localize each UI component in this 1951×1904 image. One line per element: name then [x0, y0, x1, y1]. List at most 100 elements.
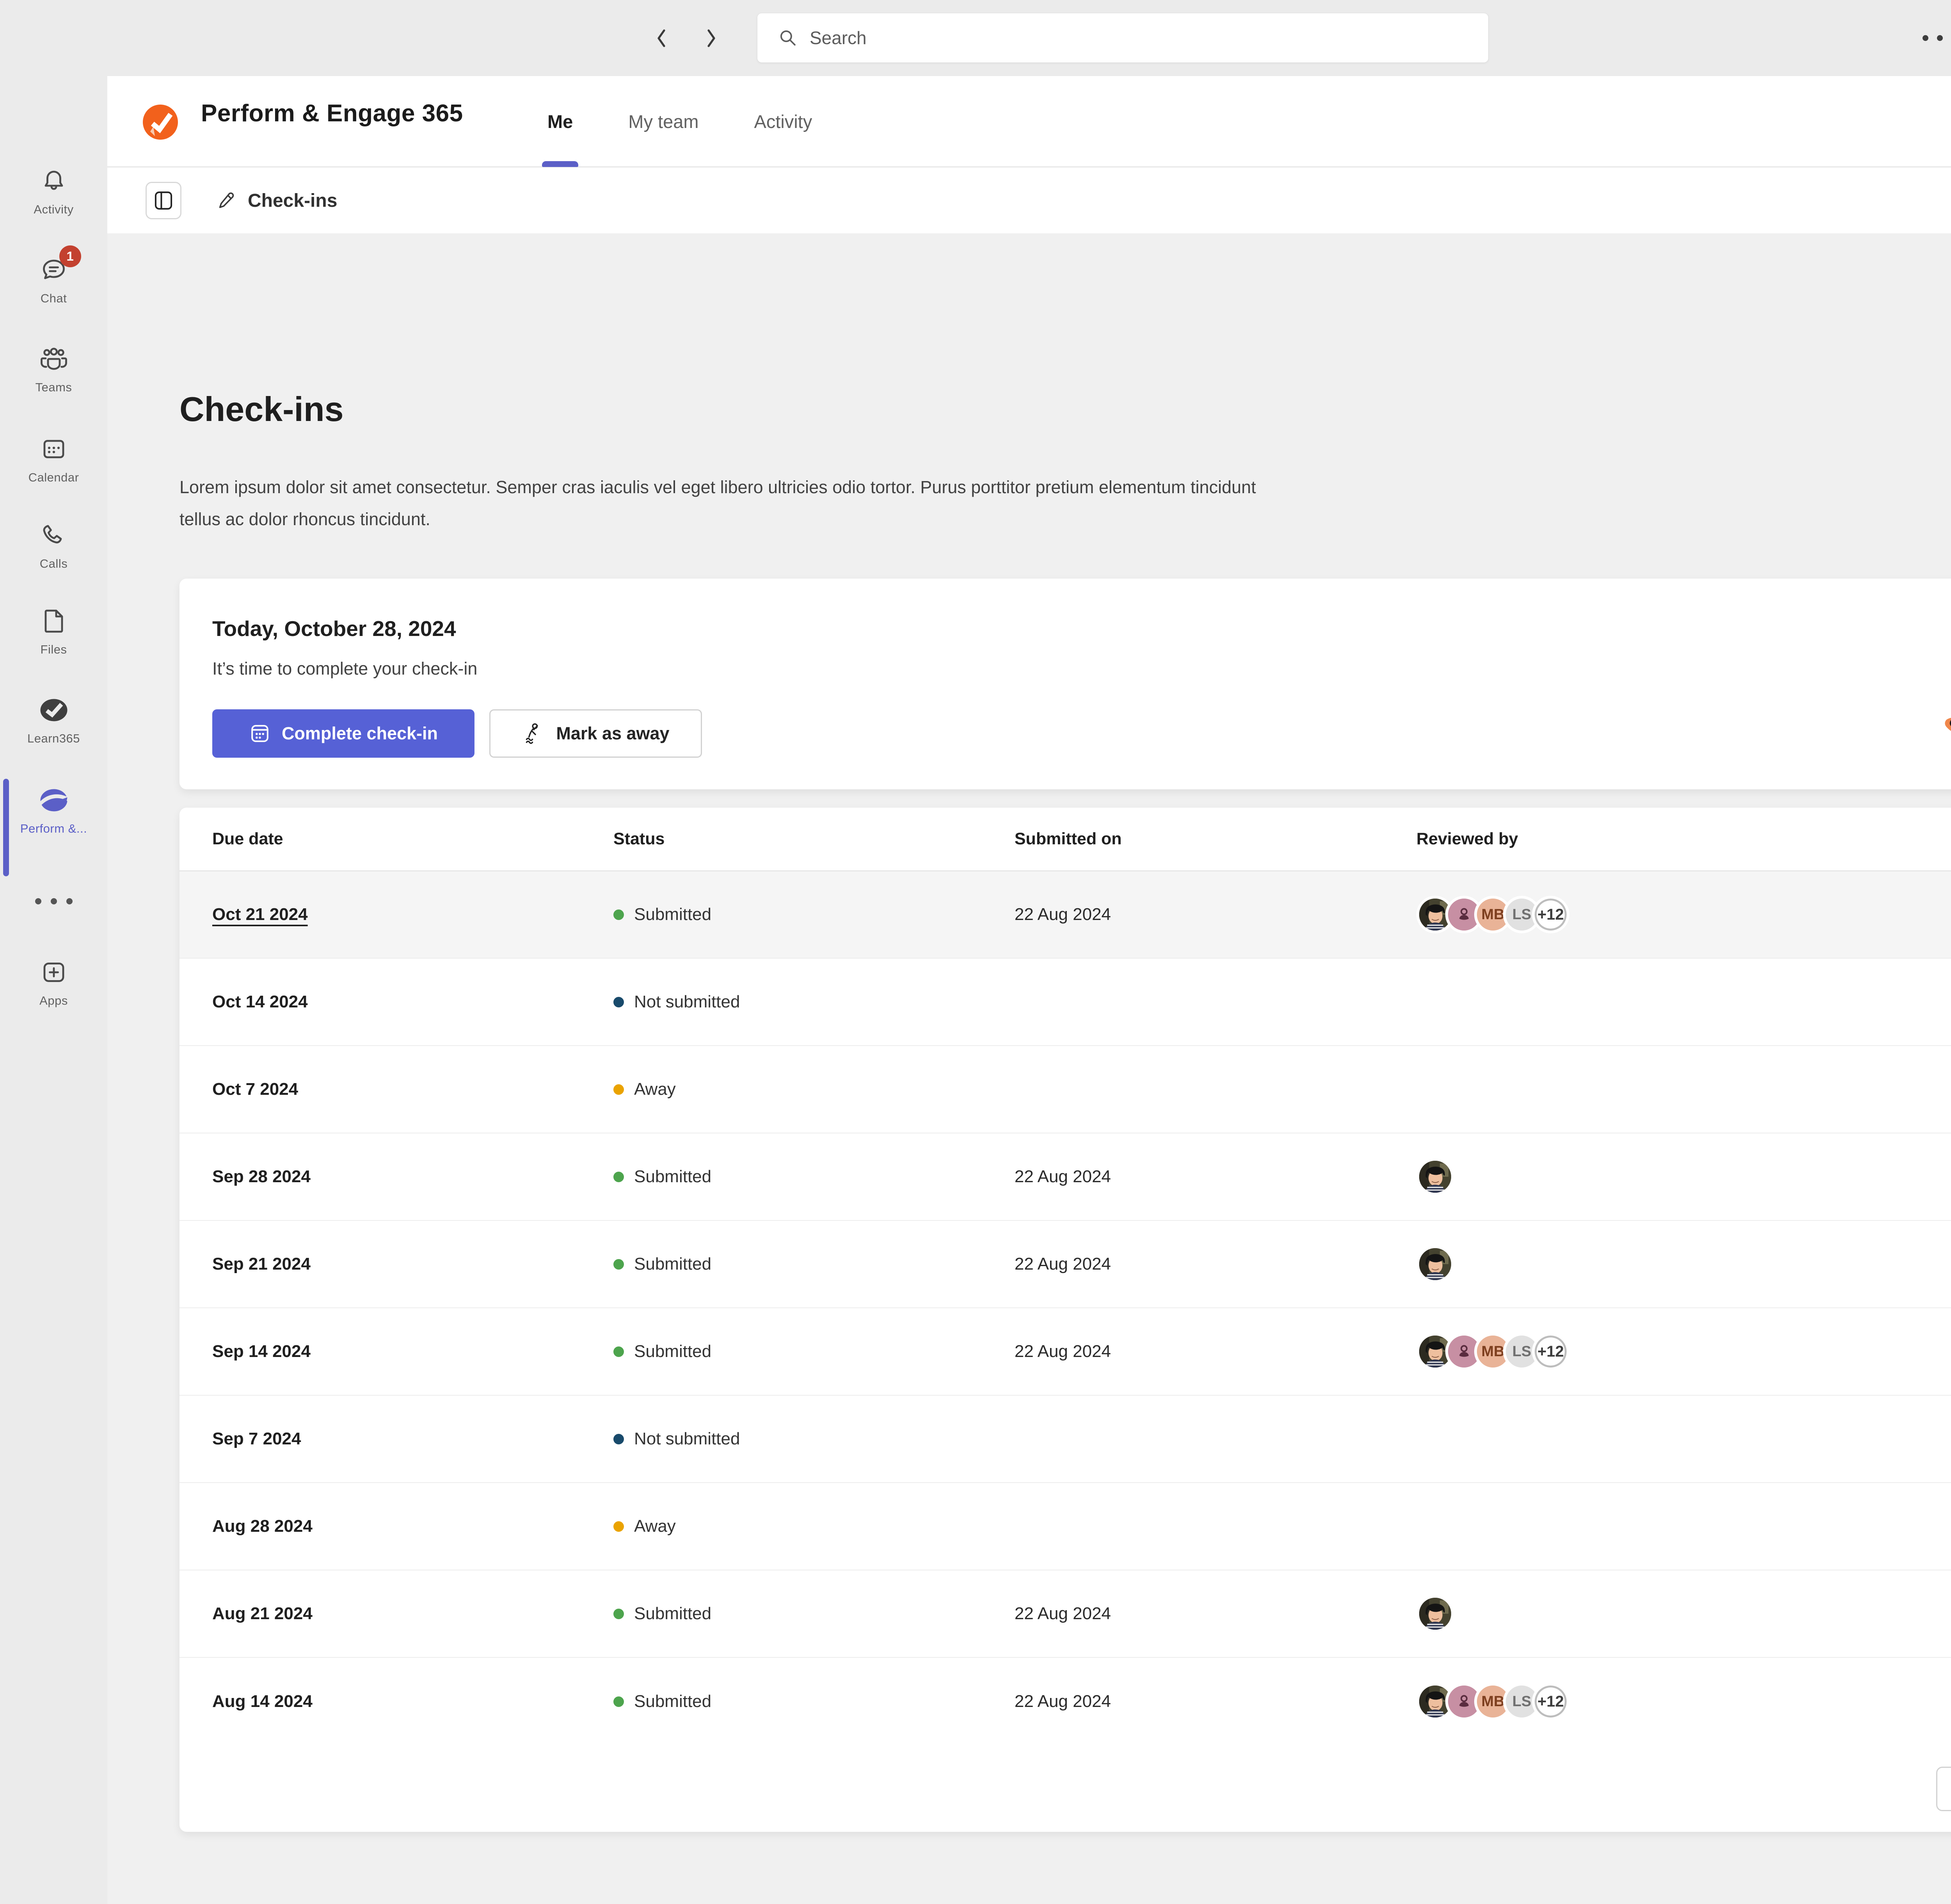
table-row[interactable]: Sep 14 2024 Submitted 22 Aug 2024 MBLS+1…	[179, 1308, 1951, 1396]
sidebar-item-teams[interactable]: Teams	[0, 342, 107, 394]
submitted-on-cell: 22 Aug 2024	[1015, 1692, 1416, 1711]
reviewer-photo-avatar	[1416, 1158, 1454, 1195]
dots-icon	[35, 885, 73, 918]
apps-icon	[40, 956, 68, 989]
sidebar-item-label: Activity	[34, 202, 73, 217]
status-cell: Not submitted	[613, 992, 1015, 1012]
calendar-icon	[40, 432, 68, 466]
submitted-on-cell: 22 Aug 2024	[1015, 1254, 1416, 1274]
due-date-cell[interactable]: Aug 21 2024	[212, 1604, 613, 1623]
table-row[interactable]: Aug 14 2024 Submitted 22 Aug 2024 MBLS+1…	[179, 1658, 1951, 1745]
reviewers-cell	[1416, 1595, 1951, 1632]
reviewer-overflow-badge[interactable]: +12	[1532, 1333, 1569, 1370]
status-dot-icon	[613, 997, 624, 1007]
reviewer-overflow-badge[interactable]: +12	[1532, 1683, 1569, 1720]
table-row[interactable]: Sep 7 2024 Not submitted	[179, 1396, 1951, 1483]
due-date-cell[interactable]: Aug 28 2024	[212, 1517, 613, 1536]
checkins-table: Due date Status Submitted on Reviewed by…	[179, 808, 1951, 1832]
tab-me[interactable]: Me	[547, 76, 573, 167]
nav-back-button[interactable]	[651, 23, 673, 54]
sidebar-item-learn365[interactable]: Learn365	[0, 693, 107, 746]
search-input[interactable]	[810, 27, 1395, 48]
table-row[interactable]: Oct 14 2024 Not submitted	[179, 959, 1951, 1046]
status-dot-icon	[613, 1696, 624, 1707]
sidebar-item-label: Chat	[41, 291, 67, 305]
title-bar	[0, 0, 1951, 76]
submitted-on-cell: 22 Aug 2024	[1015, 1604, 1416, 1623]
app-tabs: Me My team Activity	[547, 76, 812, 167]
checkins-tab-label: Check-ins	[248, 190, 337, 211]
sidebar-item-more[interactable]	[0, 885, 107, 918]
status-dot-icon	[613, 1084, 624, 1095]
titlebar-more-button[interactable]	[1923, 35, 1951, 41]
tab-activity[interactable]: Activity	[754, 76, 812, 167]
submitted-on-cell: 22 Aug 2024	[1015, 1167, 1416, 1186]
due-date-cell[interactable]: Oct 14 2024	[212, 992, 613, 1012]
table-row[interactable]: Sep 28 2024 Submitted 22 Aug 2024	[179, 1133, 1951, 1221]
status-dot-icon	[613, 1259, 624, 1270]
table-row[interactable]: Aug 21 2024 Submitted 22 Aug 2024	[179, 1570, 1951, 1658]
sidebar-item-perform[interactable]: Perform &...	[0, 783, 107, 836]
status-cell: Not submitted	[613, 1429, 1015, 1449]
mark-as-away-button[interactable]: Mark as away	[489, 709, 702, 758]
teams-icon	[39, 342, 69, 376]
bell-icon	[40, 164, 68, 198]
sidebar-item-activity[interactable]: Activity	[0, 164, 107, 217]
woman-illustration	[1935, 622, 1951, 789]
due-date-cell[interactable]: Oct 7 2024	[212, 1080, 613, 1099]
sidebar-item-apps[interactable]: Apps	[0, 956, 107, 1008]
due-date-cell[interactable]: Sep 21 2024	[212, 1254, 613, 1274]
channel-toolbar: Check-ins	[107, 168, 1951, 233]
toggle-sidebar-button[interactable]	[146, 182, 181, 219]
sidebar-item-calendar[interactable]: Calendar	[0, 432, 107, 485]
table-row[interactable]: Oct 21 2024 Submitted 22 Aug 2024 MBLS+1…	[179, 871, 1951, 959]
chat-icon: 1	[40, 253, 68, 287]
status-dot-icon	[613, 909, 624, 920]
reviewers-cell: MBLS+12	[1416, 1683, 1951, 1720]
tab-my-team[interactable]: My team	[628, 76, 698, 167]
complete-checkin-button[interactable]: Complete check-in	[212, 709, 474, 758]
sidebar-item-label: Teams	[36, 380, 72, 394]
sidebar-item-label: Learn365	[27, 732, 80, 746]
sidebar-item-label: Calls	[40, 557, 68, 571]
table-row[interactable]: Aug 28 2024 Away	[179, 1483, 1951, 1570]
status-cell: Submitted	[613, 1604, 1015, 1623]
prev-page-button[interactable]	[1936, 1767, 1951, 1811]
due-date-cell[interactable]: Aug 14 2024	[212, 1692, 613, 1711]
due-date-cell[interactable]: Sep 7 2024	[212, 1429, 613, 1449]
table-row[interactable]: Oct 7 2024 Away	[179, 1046, 1951, 1133]
checkins-tab[interactable]: Check-ins	[217, 190, 337, 211]
status-dot-icon	[613, 1172, 624, 1182]
reviewer-overflow-badge[interactable]: +12	[1532, 896, 1569, 933]
due-date-cell[interactable]: Oct 21 2024	[212, 905, 613, 924]
col-due-date: Due date	[212, 829, 613, 849]
nav-forward-button[interactable]	[700, 23, 722, 54]
table-row[interactable]: Sep 21 2024 Submitted 22 Aug 2024	[179, 1221, 1951, 1308]
col-reviewed-by: Reviewed by	[1416, 829, 1951, 849]
status-cell: Submitted	[613, 1692, 1015, 1711]
sidebar-item-label: Perform &...	[20, 822, 87, 836]
reviewers-cell	[1416, 1245, 1951, 1283]
perform-icon	[38, 783, 69, 817]
sidebar-item-label: Files	[41, 643, 67, 657]
due-date-cell[interactable]: Sep 14 2024	[212, 1342, 613, 1361]
sidebar-item-chat[interactable]: 1 Chat	[0, 253, 107, 305]
search-bar[interactable]	[757, 13, 1489, 63]
sidebar-item-files[interactable]: Files	[0, 604, 107, 657]
today-checkin-card: Today, October 28, 2024 It’s time to com…	[179, 579, 1951, 789]
active-item-indicator	[3, 779, 9, 876]
table-header-row: Due date Status Submitted on Reviewed by	[179, 808, 1951, 871]
sidebar-item-label: Apps	[39, 994, 68, 1008]
app-frame: Perform & Engage 365 MeMy teamActivity C…	[107, 76, 1951, 1904]
sidebar-item-label: Calendar	[28, 471, 79, 485]
due-date-cell[interactable]: Sep 28 2024	[212, 1167, 613, 1186]
status-cell: Submitted	[613, 1254, 1015, 1274]
submitted-on-cell: 22 Aug 2024	[1015, 905, 1416, 924]
sidebar-item-calls[interactable]: Calls	[0, 519, 107, 571]
phone-icon	[40, 519, 68, 552]
reviewer-photo-avatar	[1416, 1245, 1454, 1283]
submitted-on-cell: 22 Aug 2024	[1015, 1342, 1416, 1361]
app-rail: Activity 1 Chat Teams Calendar Calls Files Lear…	[0, 76, 107, 1904]
today-card-title: Today, October 28, 2024	[212, 616, 456, 641]
page-description: Lorem ipsum dolor sit amet consectetur. …	[179, 471, 1272, 535]
